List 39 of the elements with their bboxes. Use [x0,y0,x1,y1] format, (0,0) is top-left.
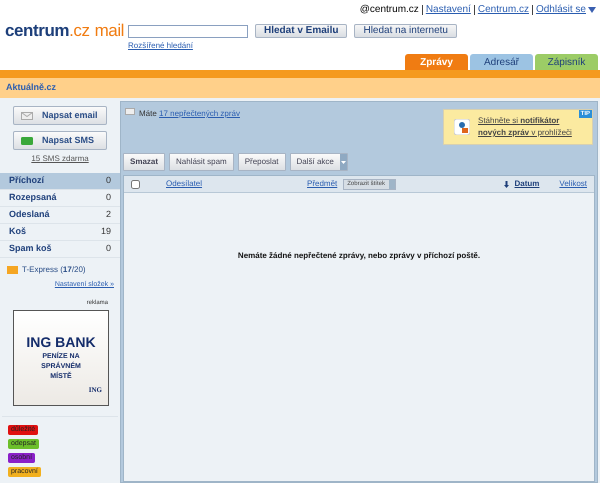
column-header[interactable]: Velikost [559,178,587,190]
sms-icon [21,136,33,144]
caret-icon [340,160,346,164]
column-header[interactable]: Datum [514,178,540,190]
caret-icon [588,6,596,12]
empty-message: Nemáte žádné nepřečtené zprávy, nebo zprávy v příchozí poště. [238,250,480,262]
select-all-checkbox[interactable] [131,180,140,188]
unread-link[interactable]: 17 nepřečtených zpráv [159,109,240,118]
nav-tab[interactable]: Adresář [470,54,533,70]
advanced-search-link[interactable]: Rozšířené hledání [128,40,193,52]
folder-item[interactable]: Příchozí 0 [0,173,120,190]
more-actions-dropdown[interactable]: Další akce [290,153,348,171]
write-sms-button[interactable]: Napsat SMS [13,131,107,150]
search-button[interactable]: Hledat v Emailu [255,24,348,38]
search-field[interactable] [128,24,248,38]
column-header[interactable]: Předmět [307,178,338,190]
write-email-button[interactable]: Napsat email [13,106,107,125]
tip-text[interactable]: Stáhněte si notifikátor nových zpráv v prohlížeči [478,115,578,139]
envelope-icon [125,108,135,115]
header-link[interactable]: Nastavení [426,2,471,17]
nav-tab[interactable]: Zápisník [535,54,598,70]
column-header[interactable]: Odesílatel [166,178,202,190]
action-button[interactable]: Přeposlat [238,153,286,171]
action-button[interactable]: Smazat [123,153,166,171]
sms-link[interactable]: 15 SMS zdarma [31,153,89,165]
unread-notice: Máte 17 nepřečtených zpráv [139,108,240,120]
sort-arrow-icon [504,180,509,188]
account-email: @centrum.cz [360,3,419,17]
logo[interactable]: centrum.cz mail [5,22,124,39]
news-link[interactable]: Aktuálně.cz [6,81,56,95]
envelope-icon [21,112,33,120]
header-link[interactable]: Centrum.cz [478,2,529,17]
logout-link[interactable]: Odhlásit se [536,2,596,17]
search-button[interactable]: Hledat na internetu [354,24,457,38]
folder-icon [7,266,18,274]
notifier-icon [454,119,470,135]
ad-title: ING BANK [26,334,96,348]
custom-folder[interactable]: T-Express (17/20) [22,264,86,276]
action-button[interactable]: Nahlásit spam [169,153,234,171]
